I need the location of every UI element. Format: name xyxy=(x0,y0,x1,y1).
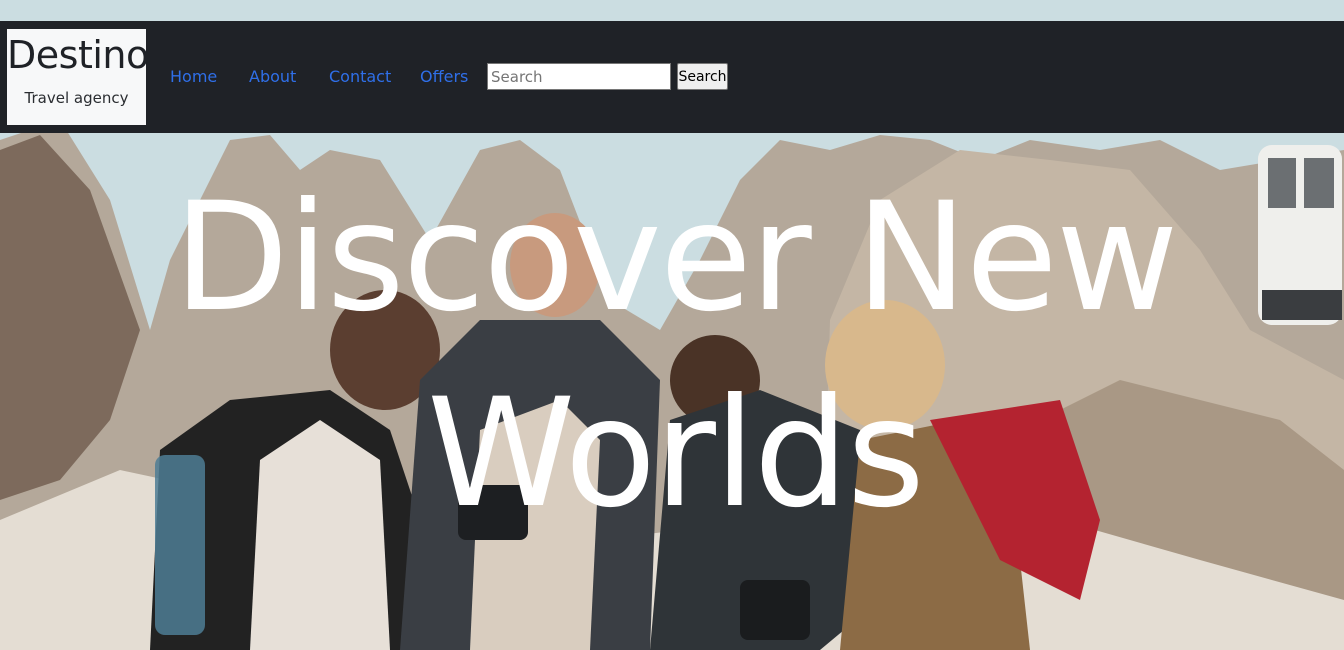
brand-tagline: Travel agency xyxy=(24,89,129,107)
nav-link-contact[interactable]: Contact xyxy=(329,67,391,87)
nav-link-offers[interactable]: Offers xyxy=(420,67,468,87)
brand-name: Destino xyxy=(7,33,149,77)
search-input[interactable] xyxy=(487,63,671,90)
hero-title: Discover New Worlds xyxy=(173,171,1178,541)
nav-link-about[interactable]: About xyxy=(249,67,296,87)
nav-link-home[interactable]: Home xyxy=(170,67,217,87)
search-button[interactable]: Search xyxy=(677,63,728,90)
top-navbar: Destino Travel agency Home About Contact… xyxy=(0,21,1344,133)
brand-logo[interactable]: Destino Travel agency xyxy=(7,29,149,125)
